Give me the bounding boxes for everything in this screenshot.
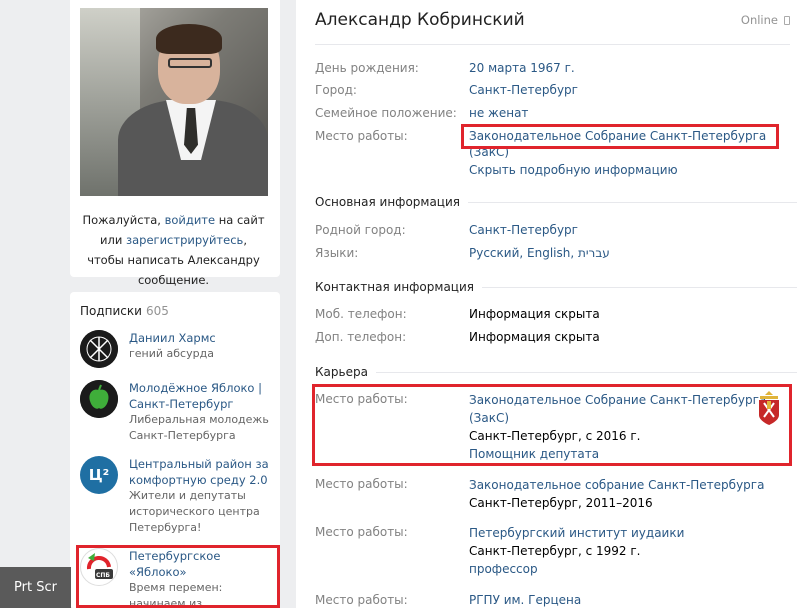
section-career: Карьера — [315, 365, 797, 379]
section-title: Карьера — [315, 365, 368, 379]
subscription-desc: гений абсурда — [129, 347, 214, 360]
subscription-name[interactable]: Центральный район за комфортную среду 2.… — [129, 456, 270, 488]
subscription-desc: Жители и депутаты исторического центра П… — [129, 489, 260, 534]
c2-logo-icon[interactable]: Ц² — [80, 456, 118, 494]
career-job: Место работы: РГПУ им. Герцена — [315, 592, 581, 608]
online-status: Online — [741, 13, 790, 27]
subscriptions-count: 605 — [145, 304, 169, 318]
divider — [315, 44, 790, 45]
section-title: Контактная информация — [315, 280, 474, 294]
profile-photo[interactable] — [80, 8, 268, 196]
job-position[interactable]: профессор — [469, 560, 684, 578]
row-label: Языки: — [315, 246, 359, 260]
subscription-desc: Либеральная молодежь Санкт-Петербурга — [129, 413, 269, 442]
login-link[interactable]: войдите — [165, 213, 216, 227]
green-apple-icon[interactable] — [80, 380, 118, 418]
info-row-languages: Языки: Русский, English, עברית — [315, 245, 610, 261]
row-value[interactable]: не женат — [469, 105, 528, 121]
subscription-item[interactable]: Даниил Хармс гений абсурда — [80, 330, 270, 368]
row-value[interactable]: Санкт-Петербург — [469, 222, 578, 238]
row-value: Информация скрыта — [469, 330, 600, 344]
row-label: Место работы: — [315, 593, 408, 607]
subscriptions-title: Подписки — [80, 304, 142, 318]
info-row-city: Город: Санкт-Петербург — [315, 82, 578, 98]
row-label: Моб. телефон: — [315, 307, 407, 321]
hide-details-row: Скрыть подробную информацию — [315, 162, 678, 178]
job-org[interactable]: Петербургский институт иудаики — [469, 524, 684, 542]
career-job: Место работы: Законодательное собрание С… — [315, 476, 764, 512]
page-title: Александр Кобринский — [315, 10, 525, 30]
row-label: Семейное положение: — [315, 106, 457, 120]
c2-logo-text: Ц² — [88, 466, 110, 484]
section-main-info: Основная информация — [315, 195, 797, 209]
subscription-name[interactable]: Молодёжное Яблоко | Санкт-Петербург — [129, 380, 270, 412]
job-place: Санкт-Петербург, 2011–2016 — [469, 496, 653, 510]
subscription-name[interactable]: Даниил Хармс — [129, 330, 216, 346]
row-value[interactable]: Санкт-Петербург — [469, 82, 578, 98]
hide-details-link[interactable]: Скрыть подробную информацию — [469, 162, 678, 178]
section-contact-info: Контактная информация — [315, 280, 797, 294]
row-label: Место работы: — [315, 477, 408, 491]
subscriptions-header[interactable]: Подписки 605 — [80, 304, 270, 318]
row-value[interactable]: Русский, English, עברית — [469, 245, 610, 261]
row-label: Доп. телефон: — [315, 330, 407, 344]
login-msg-pre: Пожалуйста, — [82, 213, 165, 227]
subscription-item[interactable]: Молодёжное Яблоко | Санкт-Петербург Либе… — [80, 380, 270, 444]
job-place: Санкт-Петербург, с 1992 г. — [469, 544, 641, 558]
info-row-phone2: Доп. телефон: Информация скрыта — [315, 329, 600, 345]
kharms-logo-icon[interactable] — [80, 330, 118, 368]
prtscr-watermark: Prt Scr — [0, 567, 71, 608]
info-row-birthday: День рождения: 20 марта 1967 г. — [315, 60, 575, 76]
profile-photo-card: Пожалуйста, войдите на сайт или зарегист… — [70, 0, 280, 287]
highlight-box — [76, 545, 280, 608]
info-row-hometown: Родной город: Санкт-Петербург — [315, 222, 578, 238]
row-value[interactable]: 20 марта 1967 г. — [469, 60, 575, 76]
info-row-mobile: Моб. телефон: Информация скрыта — [315, 306, 600, 322]
spb-emblem-icon — [755, 389, 783, 427]
profile-main: Александр Кобринский Online День рождени… — [296, 0, 800, 608]
online-status-text: Online — [740, 13, 778, 27]
job-org[interactable]: РГПУ им. Герцена — [469, 592, 581, 608]
mobile-device-icon — [784, 16, 790, 25]
row-label: Город: — [315, 83, 357, 97]
row-label: Место работы: — [315, 525, 408, 539]
subscription-item[interactable]: Ц² Центральный район за комфортную среду… — [80, 456, 270, 536]
left-column: Пожалуйста, войдите на сайт или зарегист… — [70, 0, 280, 608]
register-link[interactable]: зарегистрируйтесь — [126, 233, 243, 247]
highlight-box — [312, 384, 792, 466]
row-label: День рождения: — [315, 61, 419, 75]
row-label: Место работы: — [315, 129, 408, 143]
career-job: Место работы: Петербургский институт иуд… — [315, 524, 684, 578]
row-label: Родной город: — [315, 223, 406, 237]
section-title: Основная информация — [315, 195, 460, 209]
info-row-family: Семейное положение: не женат — [315, 105, 528, 121]
login-message: Пожалуйста, войдите на сайт или зарегист… — [80, 210, 267, 290]
job-org[interactable]: Законодательное собрание Санкт-Петербург… — [469, 476, 764, 494]
row-value: Информация скрыта — [469, 307, 600, 321]
highlight-box — [461, 124, 779, 149]
